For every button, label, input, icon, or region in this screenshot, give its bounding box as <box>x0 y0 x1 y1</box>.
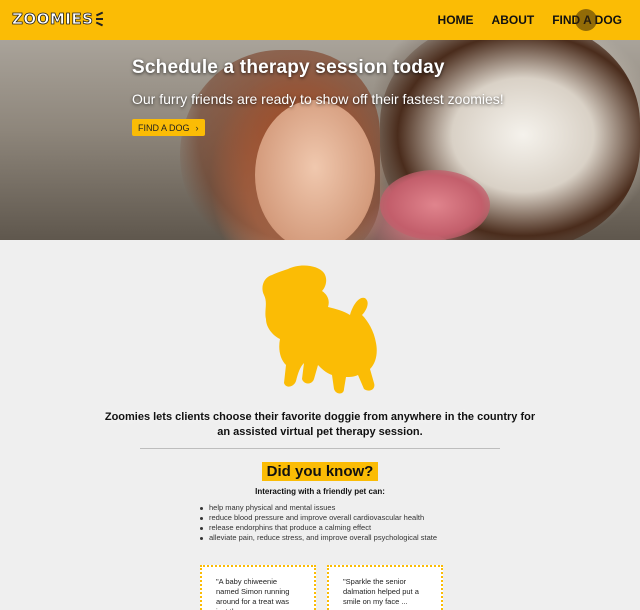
hero-title: Schedule a therapy session today <box>132 57 445 78</box>
did-you-know-heading: Did you know? <box>262 462 378 481</box>
find-a-dog-button-label: FIND A DOG <box>138 122 190 133</box>
list-item: release endorphins that produce a calmin… <box>200 523 437 533</box>
hero-banner: Schedule a therapy session today Our fur… <box>0 40 640 240</box>
nav-find-a-dog-link[interactable]: FIND A DOG <box>552 13 622 27</box>
main-nav: HOME ABOUT FIND A DOG <box>438 0 622 40</box>
testimonial-text: "A baby chiweenie named Simon running ar… <box>216 577 290 610</box>
chevron-right-icon: › <box>195 122 199 133</box>
list-item: help many physical and mental issues <box>200 503 437 513</box>
section-divider <box>140 448 500 449</box>
nav-home-link[interactable]: HOME <box>438 13 474 27</box>
testimonial-card: "A baby chiweenie named Simon running ar… <box>200 565 316 610</box>
testimonial-text: "Sparkle the senior dalmation helped put… <box>343 577 419 606</box>
hero-subtitle: Our furry friends are ready to show off … <box>132 91 504 107</box>
testimonial-card: "Sparkle the senior dalmation helped put… <box>327 565 443 610</box>
did-you-know-subtitle: Interacting with a friendly pet can: <box>255 487 385 496</box>
benefits-list: help many physical and mental issues red… <box>200 503 437 543</box>
list-item: alleviate pain, reduce stress, and impro… <box>200 533 437 543</box>
logo[interactable]: ZOOMIES <box>12 7 108 31</box>
pug-silhouette-icon <box>262 265 377 394</box>
list-item: reduce blood pressure and improve overal… <box>200 513 437 523</box>
intro-text: Zoomies lets clients choose their favori… <box>104 411 536 438</box>
logo-text: ZOOMIES <box>12 10 94 29</box>
hero-photo-woman-face <box>255 100 375 240</box>
nav-about-link[interactable]: ABOUT <box>492 13 535 27</box>
logo-rays-icon <box>96 11 108 27</box>
hero-photo-dog-tongue <box>380 170 490 240</box>
top-navbar: ZOOMIES HOME ABOUT FIND A DOG <box>0 0 640 40</box>
find-a-dog-button[interactable]: FIND A DOG › <box>132 119 205 136</box>
